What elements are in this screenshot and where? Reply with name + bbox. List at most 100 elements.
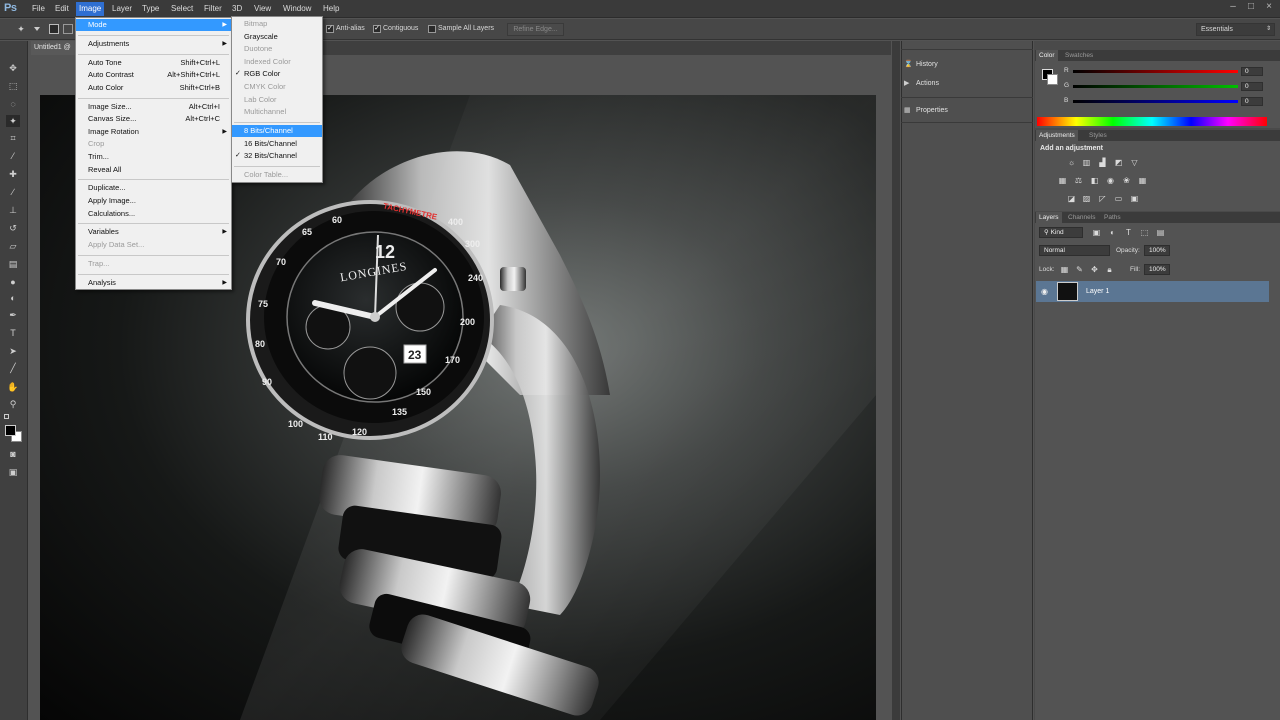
eye-icon[interactable]: ◉: [1041, 287, 1048, 296]
exposure-icon[interactable]: ◩: [1114, 158, 1123, 167]
opacity-input[interactable]: 100%: [1144, 245, 1170, 256]
shape-tool-icon[interactable]: ╱: [6, 362, 20, 374]
vibrance-icon[interactable]: ▽: [1130, 158, 1139, 167]
menu-item-grayscale[interactable]: Grayscale: [232, 31, 322, 43]
hue-saturation-icon[interactable]: ▦: [1058, 176, 1067, 185]
gradient-tool-icon[interactable]: ▤: [6, 258, 20, 270]
actions-panel-button[interactable]: ▶ Actions: [904, 75, 939, 93]
blend-mode-select[interactable]: Normal: [1039, 245, 1110, 256]
menu-item-apply-image[interactable]: Apply Image...: [76, 195, 231, 207]
blur-tool-icon[interactable]: ●: [6, 276, 20, 288]
tab-channels[interactable]: Channels: [1065, 212, 1098, 223]
menu-item-variables[interactable]: Variables ▶: [76, 226, 231, 238]
menu-item-8-bits-channel[interactable]: 8 Bits/Channel: [232, 125, 322, 137]
menu-item-calculations[interactable]: Calculations...: [76, 208, 231, 220]
photo-filter-icon[interactable]: ◉: [1106, 176, 1115, 185]
brightness-icon[interactable]: ☼: [1067, 158, 1076, 167]
menu-item-canvas-size[interactable]: Canvas Size... Alt+Ctrl+C: [76, 113, 231, 125]
menu-item-16-bits-channel[interactable]: 16 Bits/Channel: [232, 138, 322, 150]
menu-select[interactable]: Select: [171, 4, 193, 13]
channel-r-value[interactable]: 0: [1241, 67, 1263, 76]
channel-g-slider[interactable]: [1073, 85, 1238, 88]
tab-paths[interactable]: Paths: [1101, 212, 1124, 223]
menu-layer[interactable]: Layer: [112, 4, 132, 13]
threshold-icon[interactable]: ◸: [1098, 194, 1107, 203]
document-tab[interactable]: Untitled1 @: [31, 41, 76, 55]
filter-smart-object-icon[interactable]: ▤: [1156, 228, 1165, 237]
marquee-tool-icon[interactable]: ⬚: [6, 80, 20, 92]
workspace-select[interactable]: Essentials ⇕: [1196, 23, 1275, 36]
curves-icon[interactable]: ▟: [1098, 158, 1107, 167]
color-bg-swatch[interactable]: [1047, 74, 1058, 85]
quick-mask-icon[interactable]: ◙: [6, 448, 20, 460]
menu-filter[interactable]: Filter: [204, 4, 222, 13]
posterize-icon[interactable]: ▨: [1082, 194, 1091, 203]
zoom-tool-icon[interactable]: ⚲: [6, 398, 20, 410]
clone-stamp-tool-icon[interactable]: ⊥: [6, 204, 20, 216]
layer-filter-select[interactable]: ⚲ Kind: [1039, 227, 1083, 238]
minimize-icon[interactable]: –: [1226, 2, 1240, 12]
menu-item-rgb-color[interactable]: ✓ RGB Color: [232, 68, 322, 80]
antialias-checkbox[interactable]: ✓: [326, 25, 334, 33]
filter-adjustment-icon[interactable]: ◐: [1108, 228, 1117, 237]
menu-view[interactable]: View: [254, 4, 271, 13]
dodge-tool-icon[interactable]: ◐: [6, 292, 20, 304]
type-tool-icon[interactable]: T: [6, 327, 20, 339]
levels-icon[interactable]: ▥: [1082, 158, 1091, 167]
color-balance-icon[interactable]: ⚖: [1074, 176, 1083, 185]
filter-shape-icon[interactable]: ⬚: [1140, 228, 1149, 237]
lock-transparent-icon[interactable]: ▦: [1060, 265, 1069, 274]
channel-b-value[interactable]: 0: [1241, 97, 1263, 106]
menu-image-active[interactable]: Image: [76, 2, 105, 16]
maximize-icon[interactable]: □: [1244, 2, 1258, 12]
menu-item-analysis[interactable]: Analysis ▶: [76, 277, 231, 289]
add-selection-icon[interactable]: [63, 24, 73, 34]
channel-b-slider[interactable]: [1073, 100, 1238, 103]
default-colors-icon[interactable]: [4, 414, 9, 419]
eraser-tool-icon[interactable]: ▱: [6, 240, 20, 252]
invert-icon[interactable]: ◪: [1067, 194, 1076, 203]
channel-g-value[interactable]: 0: [1241, 82, 1263, 91]
menu-item-adjustments[interactable]: Adjustments ▶: [76, 38, 231, 50]
menu-item-image-size[interactable]: Image Size... Alt+Ctrl+I: [76, 101, 231, 113]
channel-mixer-icon[interactable]: ❀: [1122, 176, 1131, 185]
crop-tool-icon[interactable]: ⌗: [6, 132, 20, 144]
screen-mode-icon[interactable]: ▣: [6, 466, 20, 478]
properties-panel-button[interactable]: ▦ Properties: [904, 102, 948, 120]
tab-swatches[interactable]: Swatches: [1062, 50, 1096, 61]
close-icon[interactable]: ×: [1262, 2, 1276, 12]
menu-item-duplicate[interactable]: Duplicate...: [76, 182, 231, 194]
tab-styles[interactable]: Styles: [1086, 130, 1110, 141]
tab-layers[interactable]: Layers: [1036, 212, 1062, 223]
filter-pixel-icon[interactable]: ▣: [1092, 228, 1101, 237]
contiguous-checkbox[interactable]: ✓: [373, 25, 381, 33]
eyedropper-tool-icon[interactable]: ⁄: [6, 150, 20, 162]
menu-edit[interactable]: Edit: [55, 4, 69, 13]
fill-input[interactable]: 100%: [1144, 264, 1170, 275]
lock-all-icon[interactable]: 🔒︎: [1105, 265, 1114, 274]
hand-tool-icon[interactable]: ✋: [6, 381, 20, 393]
lock-image-icon[interactable]: ✎: [1075, 265, 1084, 274]
menu-3d[interactable]: 3D: [232, 4, 242, 13]
menu-item-trim[interactable]: Trim...: [76, 151, 231, 163]
history-brush-tool-icon[interactable]: ↺: [6, 222, 20, 234]
black-white-icon[interactable]: ◧: [1090, 176, 1099, 185]
new-selection-icon[interactable]: [49, 24, 59, 34]
channel-r-slider[interactable]: [1073, 70, 1238, 73]
filter-type-icon[interactable]: T: [1124, 228, 1133, 237]
menu-item-image-rotation[interactable]: Image Rotation ▶: [76, 126, 231, 138]
lasso-tool-icon[interactable]: ◌: [6, 98, 20, 110]
menu-item-auto-color[interactable]: Auto Color Shift+Ctrl+B: [76, 82, 231, 94]
menu-help[interactable]: Help: [323, 4, 339, 13]
tool-preset-dropdown-icon[interactable]: [34, 27, 40, 31]
quick-selection-tool-icon[interactable]: ✦: [6, 115, 20, 127]
refine-edge-button[interactable]: Refine Edge...: [507, 23, 564, 36]
menu-item-auto-contrast[interactable]: Auto Contrast Alt+Shift+Ctrl+L: [76, 69, 231, 81]
color-spectrum-bar[interactable]: [1037, 117, 1267, 126]
menu-type[interactable]: Type: [142, 4, 159, 13]
tab-adjustments[interactable]: Adjustments: [1036, 130, 1078, 141]
pen-tool-icon[interactable]: ✒: [6, 309, 20, 321]
sample-all-layers-checkbox[interactable]: [428, 25, 436, 33]
menu-item-reveal-all[interactable]: Reveal All: [76, 164, 231, 176]
history-panel-button[interactable]: ⌛ History: [904, 56, 938, 74]
